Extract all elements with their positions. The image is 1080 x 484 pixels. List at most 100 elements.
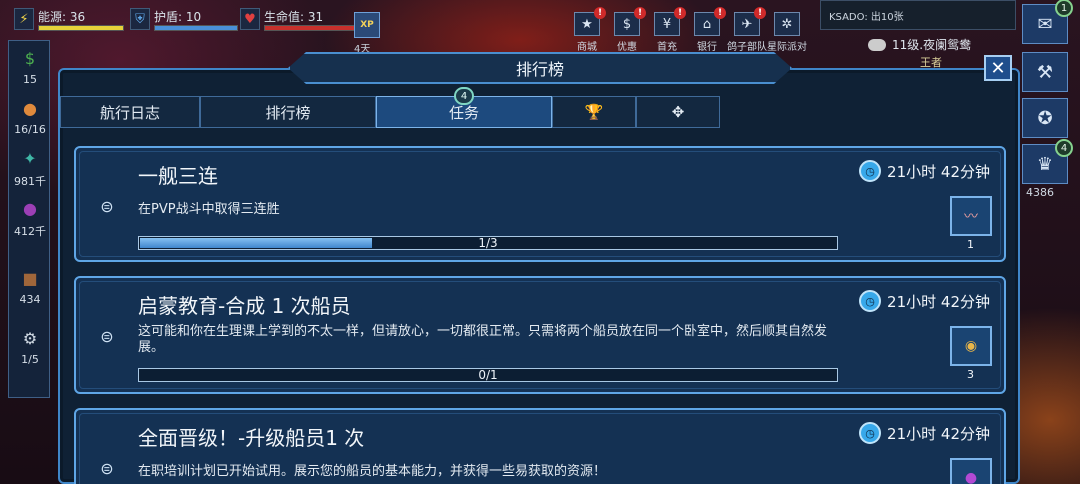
energy-stat: ⚡ 能源: 36 [14,6,124,32]
clock-icon: ◷ [859,290,882,312]
level-label: 11级.夜阑鸳鸯 [892,38,972,52]
tab-label: 排行榜 [265,103,311,122]
reward-slot[interactable]: 〰 [950,196,992,236]
top-menu-item[interactable]: ★! 商城 [572,7,606,53]
worm-icon: 〰 [964,209,978,225]
panel-title: 排行榜 [288,52,792,84]
quest-title: 全面晋级！-升级船员1 次 [138,426,365,450]
shield-stat: ⛨ 护盾: 10 [130,6,238,32]
top-menu-item[interactable]: ¥! 首充 [652,7,686,53]
right-sidebar-button[interactable]: ✪ [1022,98,1068,138]
close-button[interactable]: ✕ [984,55,1012,81]
top-menu-label: 银行 [697,42,717,53]
tab-2[interactable]: 任务 4 [376,87,552,128]
quest-time-label: 21小时 42分钟 [887,162,990,181]
alert-badge: ! [594,7,606,19]
chat-icon: ✉ [1037,13,1053,35]
energy-bar [38,24,124,31]
sidebar-item-label: 16/16 [14,123,46,136]
xp-button[interactable]: XP [354,12,380,38]
tab-0[interactable]: 航行日志 [60,96,200,128]
shield-bar [154,24,238,31]
tab-label: 🏆 [584,103,604,121]
sidebar-item[interactable]: ● 16/16 [9,95,51,137]
sidebar-item-label: 15 [23,73,37,86]
quest-progress-text: 1/3 [478,236,498,250]
alert-badge: ! [634,7,646,19]
quest-timer: ◷ 21小时 42分钟 [859,290,990,312]
reward-slot[interactable]: ◉ [950,326,992,366]
quest-title: 一舰三连 [138,164,218,188]
sidebar-item-label: 1/5 [21,353,39,366]
top-menu-label: 星际派对 [767,42,807,53]
fleet-icon: ✪ [1037,107,1053,129]
quest-description: 这可能和你在生理课上学到的不太一样，但请放心，一切都很正常。只需将两个船员放在同… [138,324,828,355]
alert-badge: ! [754,7,766,19]
quest-progress-bar: 0/1 [138,368,838,382]
quest-progress-bar: 1/3 [138,236,838,250]
clock-icon: ◷ [859,422,882,444]
sidebar-item[interactable]: $15 [9,45,51,87]
hp-bar [264,24,364,31]
ship-icon: ⚙ [22,328,38,348]
quest-progress-text: 0/1 [478,368,498,382]
sidebar-item-label: 434 [19,293,41,306]
tab-1[interactable]: 排行榜 [200,96,376,128]
sidebar-item-label: 981千 [14,175,46,188]
alert-badge: ! [714,7,726,19]
gas-icon: ● [23,198,37,218]
quest-timer: ◷ 21小时 42分钟 [859,160,990,182]
shield-label: 护盾: 10 [154,9,202,24]
top-menu-label: 首充 [657,42,677,53]
top-menu-item[interactable]: ✈! 鸽子部队 [727,7,767,53]
right-sidebar-button[interactable]: ⚒ [1022,52,1068,92]
lightning-icon: ⚡ [14,8,34,30]
medal-icon: ◉ [964,338,978,354]
tab-label: 航行日志 [99,103,160,122]
tab-3[interactable]: 🏆 [552,96,636,128]
level-row: 11级.夜阑鸳鸯 [868,36,971,53]
sidebar-item[interactable]: ✦ 981千 [9,145,51,189]
quest-card: ⊜ 全面晋级！-升级船员1 次在职培训计划已开始试用。展示您的船员的基本能力，并获… [74,408,1006,484]
sidebar-item[interactable]: ● 412千 [9,195,51,239]
heart-icon: ♥ [240,8,260,30]
sidebar-item[interactable]: ■ 434 [9,265,51,307]
reward-count: 3 [967,368,974,381]
reward-slot[interactable]: ● [950,458,992,484]
gear-icon: ✲ [774,12,800,36]
quest-time-label: 21小时 42分钟 [887,292,990,311]
ufo-icon: ⊜ [100,458,114,478]
quest-timer: ◷ 21小时 42分钟 [859,422,990,444]
top-menu: ★! 商城 $! 优惠 ¥! 首充 ⌂! 银行 ✈! 鸽子部队 ✲ 星际派对 [572,7,807,53]
cash-icon: $ [24,48,36,68]
sidebar-item[interactable]: ⚙ 1/5 [9,325,51,367]
tab-bar: 航行日志 排行榜 任务 4 🏆 ✥ [60,87,720,128]
energy-label: 能源: 36 [38,9,86,24]
quest-title: 启蒙教育-合成 1 次船员 [138,294,351,318]
top-menu-label: 优惠 [617,42,637,53]
tab-label: ✥ [671,103,685,121]
right-sidebar-button[interactable]: ✉ 1 [1022,0,1073,44]
quest-description: 在PVP战斗中取得三连胜 [138,202,280,217]
tab-badge: 4 [454,87,474,105]
quest-time-label: 21小时 42分钟 [887,424,990,443]
right-sidebar-badge: 4 [1055,139,1073,157]
crystal-icon: ✦ [23,148,37,168]
resource-sidebar: $15 ● 16/16 ✦ 981千 ● 412千 ■ 434 ⚙ 1/5 [8,40,50,398]
crate-icon: ■ [22,268,38,288]
top-hud: ⚡ 能源: 36 ⛨ 护盾: 10 ♥ 生命值: 31 XP 4天 ★! 商城 $!… [0,0,1080,69]
hp-stat: ♥ 生命值: 31 [240,6,364,32]
tab-4[interactable]: ✥ [636,96,720,128]
quest-description: 在职培训计划已开始试用。展示您的船员的基本能力，并获得一些易获取的资源！ [138,464,607,479]
top-menu-item[interactable]: ⌂! 银行 [692,7,726,53]
toggle-switch[interactable] [868,38,886,51]
quest-card: ⊜ 启蒙教育-合成 1 次船员 这可能和你在生理课上学到的不太一样，但请放心，一切都… [74,276,1006,394]
right-sidebar-button[interactable]: ♛ 4 [1022,139,1073,184]
hammer-icon: ⚒ [1036,61,1054,83]
crew-icon: ● [23,98,37,118]
top-menu-label: 商城 [577,42,597,53]
top-menu-item[interactable]: $! 优惠 [612,7,646,53]
quest-card: ⊜ 一舰三连 在PVP战斗中取得三连胜 ◷ 21小时 42分钟 1/3 〰 1 [74,146,1006,262]
top-menu-item[interactable]: ✲ 星际派对 [767,12,807,53]
alert-badge: ! [674,7,686,19]
